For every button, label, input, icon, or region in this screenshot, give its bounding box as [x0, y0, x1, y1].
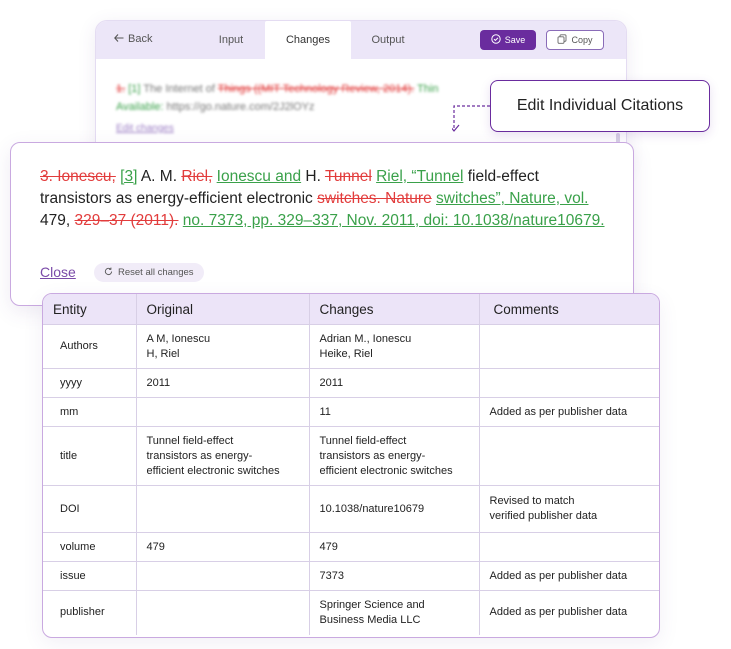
- editor-toolbar: Back Input Changes Output Save Copy: [96, 21, 626, 59]
- save-button[interactable]: Save: [480, 30, 536, 50]
- cell-comments: Added as per publisher data: [479, 397, 659, 427]
- cell-original: 2011: [136, 368, 310, 398]
- background-citation-line: 1. [1] The Internet of Things ((MIT Tech…: [116, 83, 439, 95]
- cell-entity: DOI: [43, 485, 137, 533]
- cell-comments: Added as per publisher data: [479, 561, 659, 591]
- table-row: publisher Springer Science and Business …: [43, 590, 659, 635]
- table-row: DOI 10.1038/nature10679 Revised to match…: [43, 485, 659, 533]
- close-link[interactable]: Close: [40, 264, 76, 280]
- reset-label: Reset all changes: [118, 267, 194, 278]
- header-entity: Entity: [43, 294, 137, 325]
- table-row: issue 7373 Added as per publisher data: [43, 561, 659, 591]
- cell-entity: Authors: [43, 324, 137, 369]
- cell-original: [136, 397, 310, 427]
- header-changes: Changes: [309, 294, 480, 325]
- copy-label: Copy: [571, 35, 593, 45]
- cell-changes[interactable]: 10.1038/nature10679: [309, 485, 480, 533]
- cell-changes[interactable]: Adrian M., Ionescu Heike, Riel: [309, 324, 480, 369]
- cell-original: [136, 561, 310, 591]
- inserted-text: Riel, “Tunnel: [376, 168, 464, 185]
- cell-comments: Added as per publisher data: [489, 606, 628, 619]
- save-label: Save: [504, 35, 526, 45]
- cell-entity: issue: [43, 561, 137, 591]
- back-label: Back: [128, 33, 153, 45]
- deleted-text: 329–37 (2011).: [74, 212, 179, 229]
- deleted-text: Tunnel: [324, 168, 372, 185]
- tab-input[interactable]: Input: [206, 21, 256, 59]
- cell-original: [136, 485, 310, 533]
- deleted-text: Riel,: [181, 168, 213, 185]
- tab-output[interactable]: Output: [360, 21, 416, 59]
- reset-all-changes-button[interactable]: Reset all changes: [94, 263, 204, 282]
- inserted-text: no. 7373, pp. 329–337, Nov. 2011, doi: 1…: [182, 212, 605, 229]
- cell-changes[interactable]: Tunnel field-effect transistors as energ…: [309, 426, 480, 486]
- copy-button[interactable]: Copy: [546, 30, 604, 50]
- edit-citations-callout: Edit Individual Citations: [490, 80, 710, 132]
- cell-changes[interactable]: Springer Science and Business Media LLC: [309, 590, 480, 635]
- plain-text: A. M.: [137, 168, 182, 185]
- cell-changes[interactable]: 2011: [309, 368, 480, 398]
- tab-changes[interactable]: Changes: [265, 21, 351, 59]
- back-button[interactable]: Back: [114, 33, 152, 45]
- table-row: yyyy 2011 2011: [43, 368, 659, 398]
- table-header-row: Entity Original Changes Comments: [43, 294, 659, 325]
- cell-changes[interactable]: 479: [309, 532, 480, 562]
- copy-icon: [557, 34, 567, 46]
- cell-entity: yyyy: [43, 368, 137, 398]
- citation-edit-card: 3. Ionescu, [3] A. M. Riel, Ionescu and …: [10, 142, 634, 306]
- callout-text: Edit Individual Citations: [516, 97, 684, 114]
- refresh-icon: [104, 266, 113, 279]
- cell-changes[interactable]: 7373: [309, 561, 480, 591]
- cell-entity: mm: [43, 397, 137, 427]
- arrow-left-icon: [114, 33, 124, 45]
- inserted-text: [3]: [120, 168, 138, 185]
- header-original: Original: [136, 294, 310, 325]
- cell-comments: [479, 532, 659, 562]
- background-citation-line-2: Available: https://go.nature.com/2J2lOYz: [116, 101, 315, 113]
- cell-entity: volume: [43, 532, 137, 562]
- cell-comments: [479, 368, 659, 398]
- cell-original: A M, Ionescu H, Riel: [136, 324, 310, 369]
- table-row: Authors A M, Ionescu H, Riel Adrian M., …: [43, 324, 659, 369]
- cell-changes[interactable]: 11: [309, 397, 480, 427]
- edit-changes-link[interactable]: Edit changes: [116, 123, 174, 134]
- tooltip-connector: [452, 105, 490, 132]
- cell-comments: Revised to match verified publisher data: [479, 485, 659, 533]
- cell-original: 479: [136, 532, 310, 562]
- deleted-text: switches. Nature: [317, 190, 432, 207]
- deleted-text: 3. Ionescu,: [40, 168, 116, 185]
- cell-entity: title: [43, 426, 137, 486]
- changes-table: Entity Original Changes Comments Authors…: [42, 293, 660, 638]
- citation-text[interactable]: 3. Ionescu, [3] A. M. Riel, Ionescu and …: [40, 166, 605, 232]
- cell-original: Tunnel field-effect transistors as energ…: [136, 426, 310, 486]
- plain-text: 479,: [40, 212, 75, 229]
- cell-comments: [479, 426, 659, 486]
- cell-original: [136, 590, 310, 635]
- cell-entity: publisher: [43, 590, 137, 635]
- table-row: title Tunnel field-effect transistors as…: [43, 426, 659, 486]
- cell-comments: [479, 324, 659, 369]
- inserted-text: switches”, Nature, vol.: [436, 190, 589, 207]
- table-row: mm 11 Added as per publisher data: [43, 397, 659, 427]
- header-comments: Comments: [479, 294, 659, 325]
- plain-text: H.: [301, 168, 325, 185]
- table-row: volume 479 479: [43, 532, 659, 562]
- inserted-text: Ionescu and: [216, 168, 302, 185]
- check-circle-icon: [491, 34, 501, 46]
